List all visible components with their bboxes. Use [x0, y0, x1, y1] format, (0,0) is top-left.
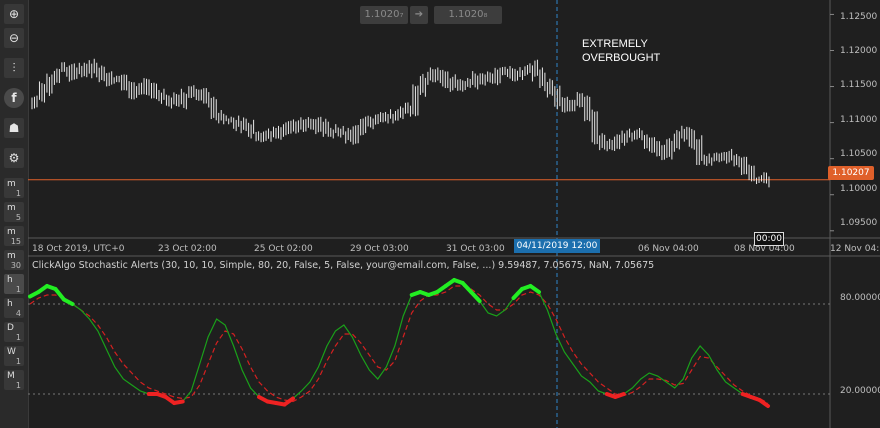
timeframe-m1-button[interactable]: m1	[4, 178, 24, 198]
timeframe-m30-button[interactable]: m 30	[4, 250, 24, 270]
zoom-out-icon[interactable]: ⊖	[4, 28, 24, 48]
time-label: 06 Nov 04:00	[638, 244, 699, 254]
sell-price-chip[interactable]: 1.1020₇	[360, 6, 408, 24]
current-price-tag: 1.10207	[828, 166, 874, 180]
level-label: 80.00000	[840, 293, 880, 303]
timeframe-d1-button[interactable]: D1	[4, 322, 24, 342]
overbought-segment	[528, 284, 541, 294]
timeframe-h4-button[interactable]: h4	[4, 298, 24, 318]
arrow-right-icon: ➔	[410, 6, 428, 24]
oversold-segment	[282, 396, 295, 407]
overbought-segment	[53, 287, 66, 302]
price-label: 1.12500	[840, 12, 878, 22]
left-toolbar: ⊕ ⊖ ⫶ f ☗ ⚙ m1 m5 m 15 m 30 h1 h4 D1 W1 M1	[0, 0, 29, 428]
time-label: 12 Nov 04:	[830, 244, 880, 254]
price-label: 1.11000	[840, 115, 878, 125]
people-icon[interactable]: ☗	[4, 118, 24, 138]
settings-icon[interactable]: ⚙	[4, 148, 24, 168]
timeframe-m5-button[interactable]: m5	[4, 202, 24, 222]
oversold-segment	[757, 398, 770, 408]
level-label: 20.00000	[840, 386, 880, 396]
buy-price-chip[interactable]: 1.1020₈	[434, 6, 502, 24]
time-label: 31 Oct 03:00	[446, 244, 505, 254]
price-label: 1.11500	[840, 80, 878, 90]
crosshair-time-label: 04/11/2019 12:00	[514, 239, 600, 253]
price-label: 1.09500	[840, 218, 878, 228]
chart-canvas[interactable]	[28, 0, 880, 428]
price-label: 1.10000	[840, 184, 878, 194]
timeframe-w1-button[interactable]: W1	[4, 346, 24, 366]
indicator-title: ClickAlgo Stochastic Alerts (30, 10, 10,…	[32, 260, 655, 271]
overbought-segment	[61, 297, 75, 306]
facebook-icon[interactable]: f	[4, 88, 24, 108]
price-label: 1.12000	[840, 46, 878, 56]
time-label: 29 Oct 03:00	[350, 244, 409, 254]
timeframe-mn1-button[interactable]: M1	[4, 370, 24, 390]
time-label: 25 Oct 02:00	[254, 244, 313, 254]
zoom-in-icon[interactable]: ⊕	[4, 4, 24, 24]
candlestick-icon[interactable]: ⫶	[4, 58, 24, 78]
timeframe-h1-button[interactable]: h1	[4, 274, 24, 294]
oversold-segment	[613, 392, 626, 399]
time-label: 18 Oct 2019, UTC+0	[32, 244, 125, 254]
time-label: 23 Oct 02:00	[158, 244, 217, 254]
chart-annotation: EXTREMELY OVERBOUGHT	[582, 38, 661, 64]
main-line	[29, 279, 769, 407]
overbought-segment	[469, 290, 482, 303]
oversold-segment	[172, 399, 185, 405]
price-label: 1.10500	[840, 149, 878, 159]
timeframe-m15-button[interactable]: m 15	[4, 226, 24, 246]
bar-timer: 00:00	[754, 232, 784, 246]
